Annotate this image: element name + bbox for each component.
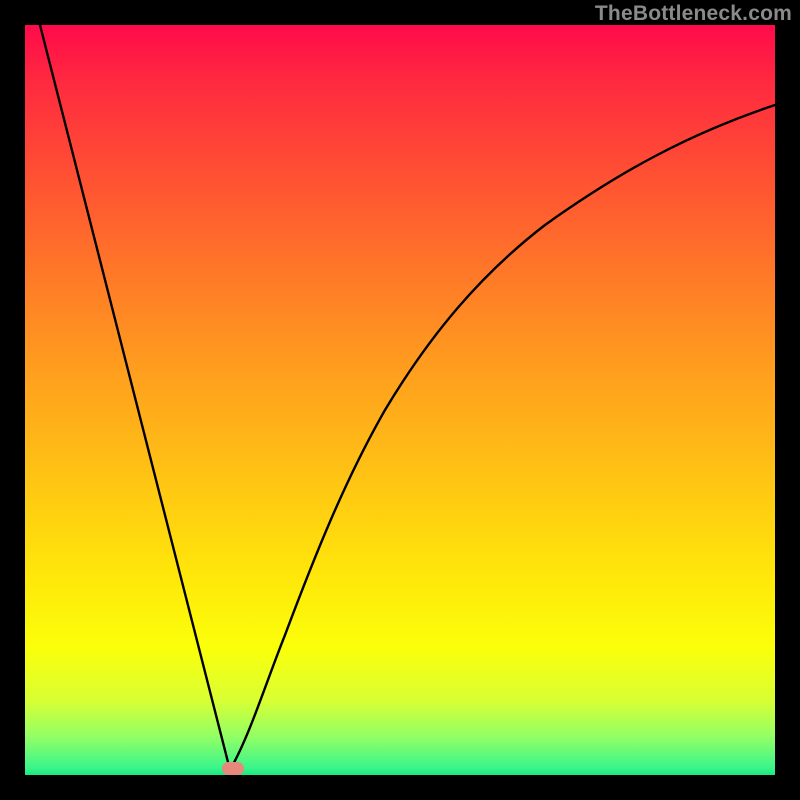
plot-area <box>25 25 775 775</box>
attribution-label: TheBottleneck.com <box>595 2 792 26</box>
bottleneck-curve <box>25 25 775 775</box>
optimum-marker <box>222 762 244 775</box>
curve-path <box>40 25 775 770</box>
